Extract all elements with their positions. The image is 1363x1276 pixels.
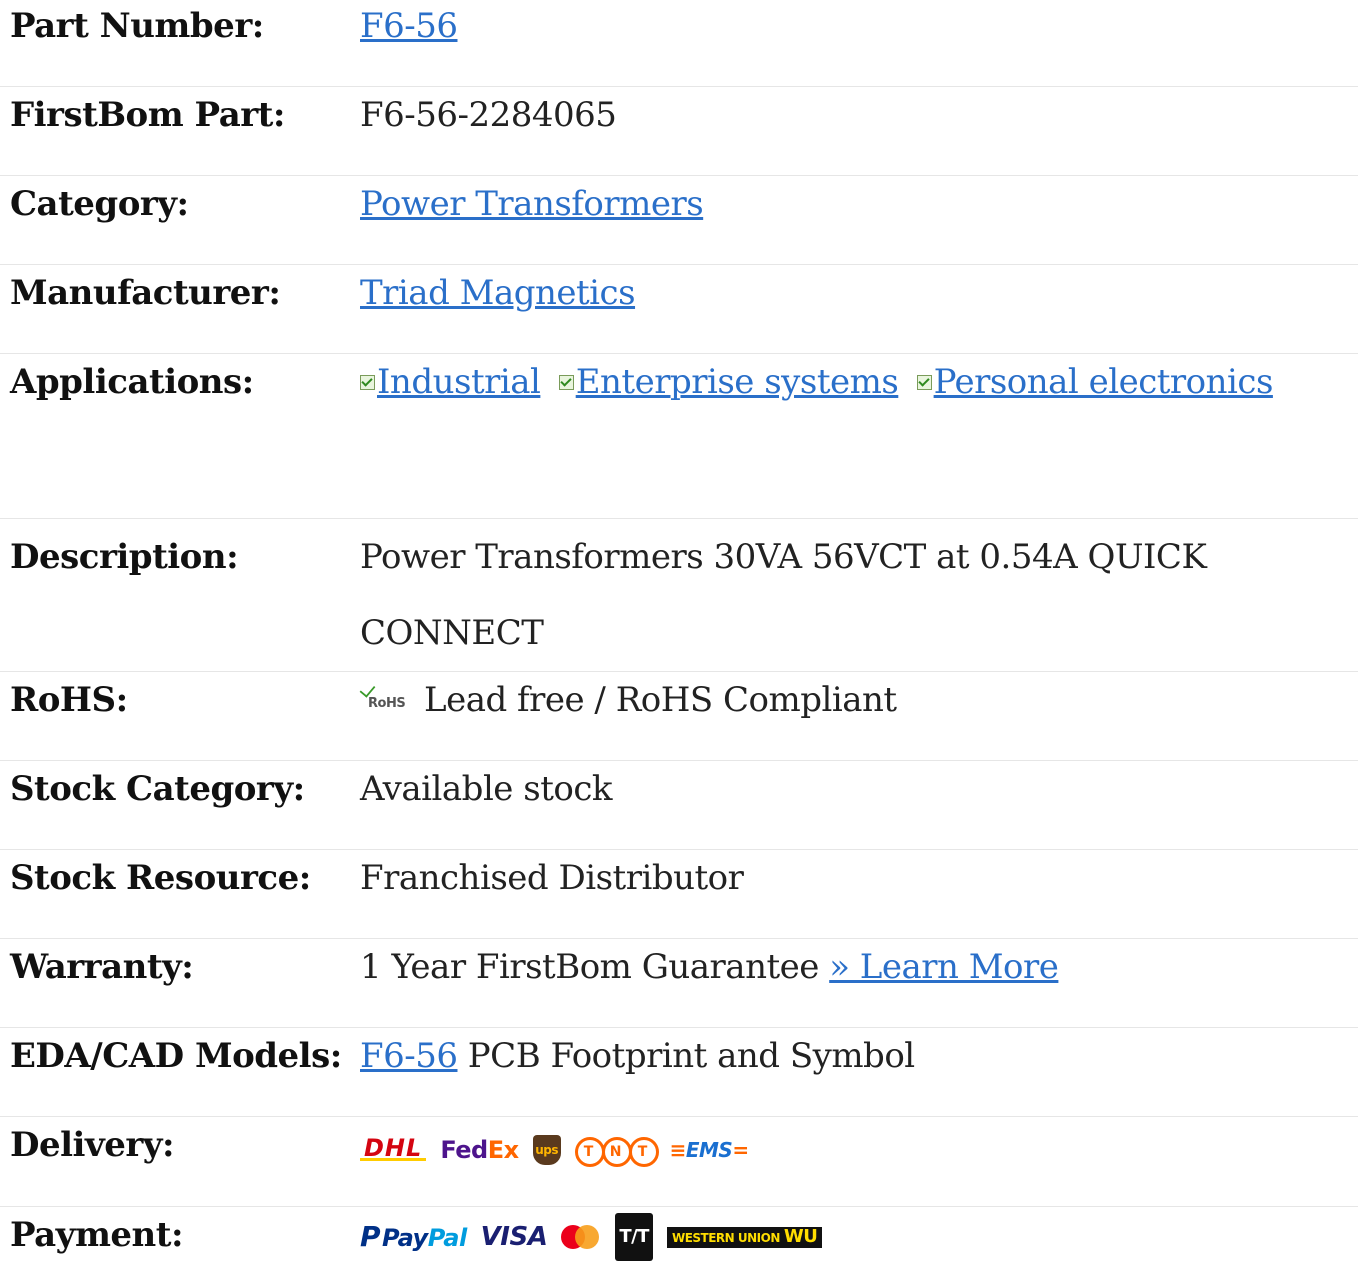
rohs-value: RoHS Lead free / RoHS Compliant bbox=[359, 671, 1358, 761]
category-label: Category: bbox=[0, 175, 360, 265]
fedex-icon: FedEx bbox=[440, 1135, 519, 1164]
application-item: Industrial bbox=[360, 362, 541, 402]
row-rohs: RoHS: RoHS Lead free / RoHS Compliant bbox=[0, 671, 1358, 761]
stock-resource-value: Franchised Distributor bbox=[360, 849, 1358, 939]
eda-cad-text: PCB Footprint and Symbol bbox=[467, 1036, 915, 1076]
rohs-label: RoHS: bbox=[0, 671, 360, 761]
part-number-value: F6-56 bbox=[360, 0, 1358, 87]
row-manufacturer: Manufacturer: Triad Magnetics bbox=[0, 264, 1358, 354]
row-firstbom-part: FirstBom Part: F6-56-2284065 bbox=[0, 86, 1358, 176]
visa-icon: VISA bbox=[480, 1222, 548, 1252]
row-stock-category: Stock Category: Available stock bbox=[0, 760, 1358, 850]
application-link-personal[interactable]: Personal electronics bbox=[934, 362, 1274, 402]
applications-label: Applications: bbox=[0, 353, 360, 519]
delivery-value: DHL FedEx ups TNT ≡EMS= bbox=[360, 1116, 1358, 1207]
row-part-number: Part Number: F6-56 bbox=[0, 0, 1358, 87]
manufacturer-label: Manufacturer: bbox=[0, 264, 360, 354]
description-label: Description: bbox=[0, 518, 360, 672]
delivery-logos: DHL FedEx ups TNT ≡EMS= bbox=[360, 1132, 749, 1168]
stock-resource-label: Stock Resource: bbox=[0, 849, 360, 939]
row-stock-resource: Stock Resource: Franchised Distributor bbox=[0, 849, 1358, 939]
learn-more-link[interactable]: » Learn More bbox=[829, 947, 1059, 987]
row-description: Description: Power Transformers 30VA 56V… bbox=[0, 518, 1358, 672]
application-item: Personal electronics bbox=[916, 362, 1274, 402]
row-warranty: Warranty: 1 Year FirstBom Guarantee » Le… bbox=[0, 938, 1358, 1028]
part-number-label: Part Number: bbox=[0, 0, 360, 87]
row-eda-cad: EDA/CAD Models: F6-56 PCB Footprint and … bbox=[0, 1027, 1358, 1117]
checkbox-icon bbox=[360, 375, 375, 390]
eda-cad-link[interactable]: F6-56 bbox=[360, 1036, 458, 1076]
rohs-icon: RoHS bbox=[359, 678, 420, 711]
ups-icon: ups bbox=[532, 1134, 561, 1165]
payment-value: PPayPal VISA T/T WESTERN UNION WU bbox=[360, 1206, 1358, 1276]
eda-cad-label: EDA/CAD Models: bbox=[0, 1027, 360, 1117]
application-link-industrial[interactable]: Industrial bbox=[377, 362, 541, 402]
row-payment: Payment: PPayPal VISA T/T WESTERN UNION W… bbox=[0, 1206, 1358, 1276]
ems-icon: ≡EMS= bbox=[669, 1137, 750, 1162]
application-item: Enterprise systems bbox=[558, 362, 899, 402]
stock-category-value: Available stock bbox=[360, 760, 1358, 850]
firstbom-part-value: F6-56-2284065 bbox=[360, 86, 1358, 176]
applications-value: Industrial Enterprise systems Personal e… bbox=[360, 353, 1358, 519]
delivery-label: Delivery: bbox=[0, 1116, 360, 1207]
warranty-value: 1 Year FirstBom Guarantee » Learn More bbox=[360, 938, 1358, 1028]
description-value: Power Transformers 30VA 56VCT at 0.54A Q… bbox=[360, 518, 1358, 672]
application-link-enterprise[interactable]: Enterprise systems bbox=[576, 362, 899, 402]
eda-cad-value: F6-56 PCB Footprint and Symbol bbox=[360, 1027, 1358, 1117]
stock-category-label: Stock Category: bbox=[0, 760, 360, 850]
checkbox-icon bbox=[916, 375, 932, 390]
rohs-text: Lead free / RoHS Compliant bbox=[424, 680, 897, 720]
row-category: Category: Power Transformers bbox=[0, 175, 1358, 265]
manufacturer-value: Triad Magnetics bbox=[360, 264, 1358, 354]
tnt-icon: TNT bbox=[574, 1128, 659, 1172]
firstbom-part-label: FirstBom Part: bbox=[0, 86, 360, 176]
product-spec-table: Part Number: F6-56 FirstBom Part: F6-56-… bbox=[0, 0, 1358, 1276]
row-delivery: Delivery: DHL FedEx ups TNT ≡EMS= bbox=[0, 1116, 1358, 1207]
mastercard-icon bbox=[561, 1224, 601, 1250]
category-link[interactable]: Power Transformers bbox=[360, 184, 704, 224]
category-value: Power Transformers bbox=[360, 175, 1358, 265]
warranty-text: 1 Year FirstBom Guarantee bbox=[360, 947, 819, 987]
checkbox-icon bbox=[558, 375, 574, 390]
paypal-icon: PPayPal bbox=[360, 1219, 467, 1253]
tt-icon: T/T bbox=[615, 1213, 653, 1261]
dhl-icon: DHL bbox=[360, 1136, 427, 1161]
part-number-link[interactable]: F6-56 bbox=[360, 6, 458, 46]
manufacturer-link[interactable]: Triad Magnetics bbox=[360, 273, 636, 313]
row-applications: Applications: Industrial Enterprise syst… bbox=[0, 353, 1358, 519]
warranty-label: Warranty: bbox=[0, 938, 360, 1028]
western-union-icon: WESTERN UNION WU bbox=[666, 1226, 823, 1248]
payment-label: Payment: bbox=[10, 1214, 184, 1255]
payment-logos: PPayPal VISA T/T WESTERN UNION WU bbox=[360, 1213, 823, 1261]
